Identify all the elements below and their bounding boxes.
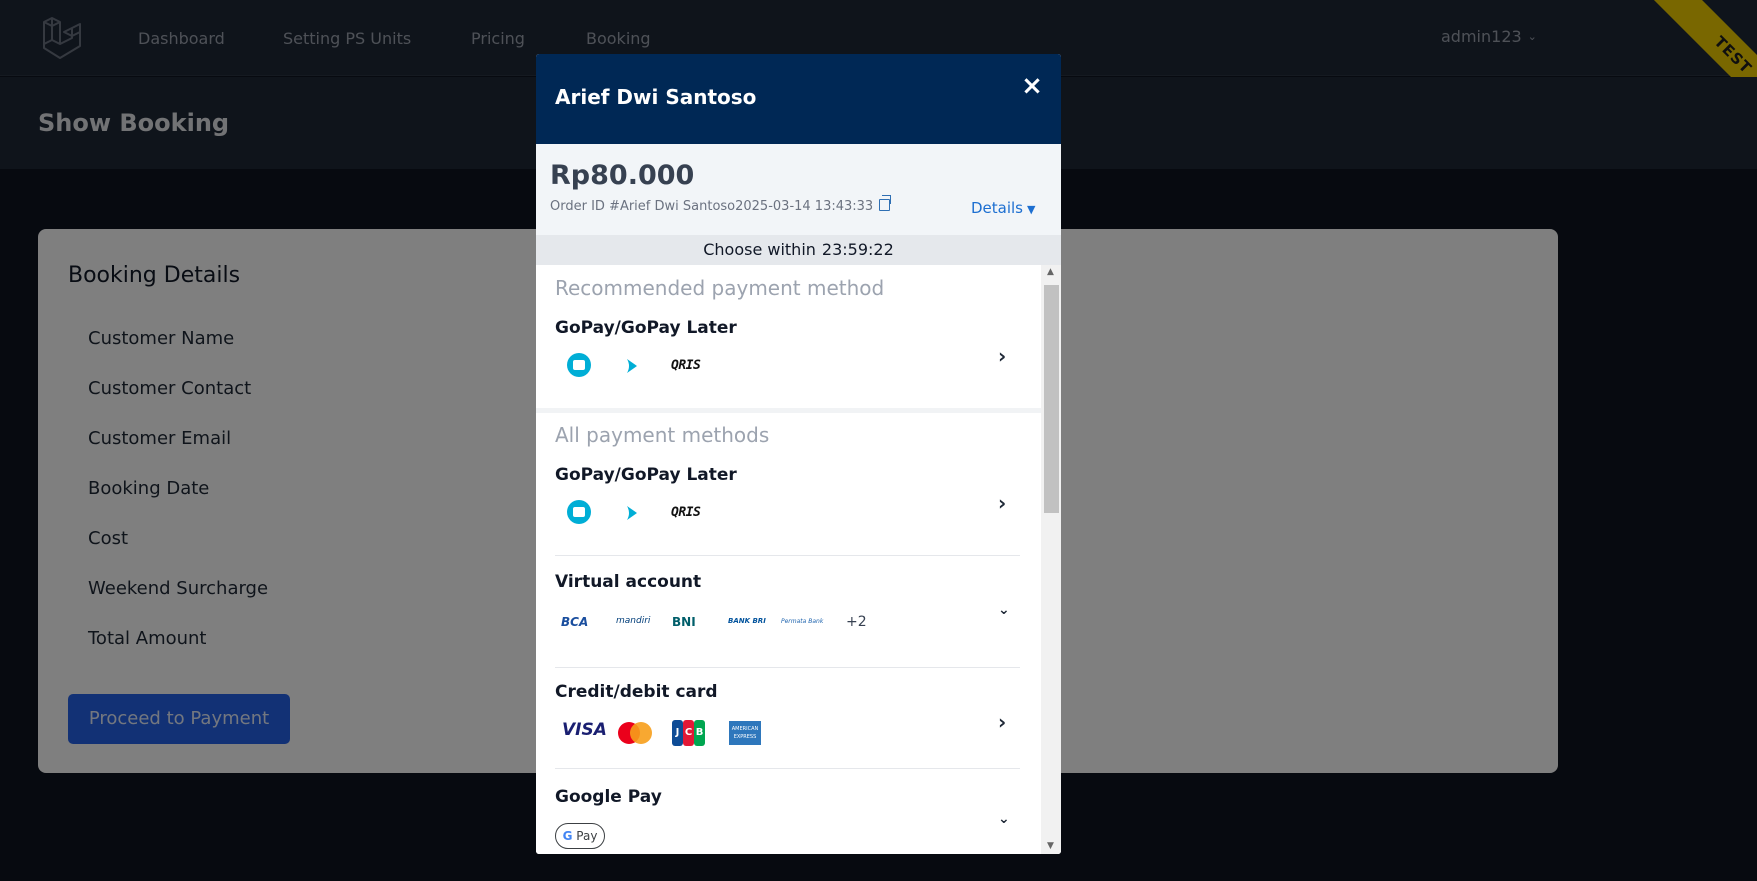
payment-methods-list[interactable]: Recommended payment method GoPay/GoPay L… bbox=[536, 265, 1061, 854]
timer-label: Choose within bbox=[703, 240, 816, 259]
gopay-wallet-icon bbox=[567, 353, 591, 377]
method-name: GoPay/GoPay Later bbox=[555, 465, 737, 485]
mastercard-icon bbox=[618, 722, 652, 744]
order-id-row: Order ID #Arief Dwi Santoso2025-03-14 13… bbox=[550, 195, 892, 214]
copy-icon[interactable] bbox=[879, 195, 892, 211]
qris-icon: QRIS bbox=[671, 505, 701, 520]
modal-scrollbar[interactable]: ▲ ▼ bbox=[1041, 265, 1061, 854]
modal-header: Arief Dwi Santoso × bbox=[536, 54, 1061, 144]
method-name: Google Pay bbox=[555, 787, 662, 807]
merchant-name: Arief Dwi Santoso bbox=[555, 85, 757, 109]
chevron-down-icon: ⌄ bbox=[998, 811, 1010, 827]
permata-logo: Permata Bank bbox=[781, 618, 824, 625]
gopay-wallet-icon bbox=[567, 500, 591, 524]
caret-down-icon: ▼ bbox=[1027, 203, 1036, 216]
visa-logo: VISA bbox=[562, 720, 607, 740]
recommended-section-title: Recommended payment method bbox=[555, 276, 885, 300]
chevron-down-icon: ⌄ bbox=[998, 602, 1010, 618]
countdown-bar: Choose within 23:59:22 bbox=[536, 235, 1061, 265]
method-name: Credit/debit card bbox=[555, 682, 718, 702]
timer-value: 23:59:22 bbox=[821, 240, 894, 259]
details-label: Details bbox=[971, 199, 1024, 217]
chevron-right-icon: › bbox=[998, 710, 1007, 734]
payment-amount: Rp80.000 bbox=[550, 160, 695, 191]
scroll-up-arrow[interactable]: ▲ bbox=[1047, 267, 1054, 277]
row-divider bbox=[555, 768, 1020, 769]
bca-logo: BCA bbox=[561, 615, 589, 629]
all-methods-section-title: All payment methods bbox=[555, 423, 770, 447]
method-name: GoPay/GoPay Later bbox=[555, 318, 737, 338]
scroll-thumb[interactable] bbox=[1044, 285, 1059, 513]
payment-modal: Arief Dwi Santoso × Rp80.000 Order ID #A… bbox=[536, 54, 1061, 854]
mandiri-logo: mandiri bbox=[616, 616, 651, 626]
chevron-right-icon: › bbox=[998, 344, 1007, 368]
scroll-down-arrow[interactable]: ▼ bbox=[1047, 841, 1054, 851]
amount-summary: Rp80.000 Order ID #Arief Dwi Santoso2025… bbox=[536, 144, 1061, 235]
row-divider bbox=[555, 667, 1020, 668]
row-divider bbox=[555, 555, 1020, 556]
qris-icon: QRIS bbox=[671, 358, 701, 373]
close-icon[interactable]: × bbox=[1020, 73, 1044, 99]
jcb-logo: J C B bbox=[672, 720, 706, 746]
details-toggle[interactable]: Details ▼ bbox=[971, 199, 1035, 217]
gopay-later-icon bbox=[627, 506, 637, 520]
chevron-right-icon: › bbox=[998, 491, 1007, 515]
amex-logo: AMERICAN EXPRESS bbox=[729, 721, 761, 745]
google-pay-badge: G Pay bbox=[555, 823, 605, 849]
method-name: Virtual account bbox=[555, 572, 702, 592]
bri-logo: BANK BRI bbox=[728, 617, 766, 625]
section-separator bbox=[536, 408, 1041, 413]
gopay-later-icon bbox=[627, 359, 637, 373]
order-id-text: Order ID #Arief Dwi Santoso2025-03-14 13… bbox=[550, 199, 874, 214]
more-banks-count: +2 bbox=[846, 614, 867, 630]
bni-logo: BNI bbox=[672, 615, 696, 629]
